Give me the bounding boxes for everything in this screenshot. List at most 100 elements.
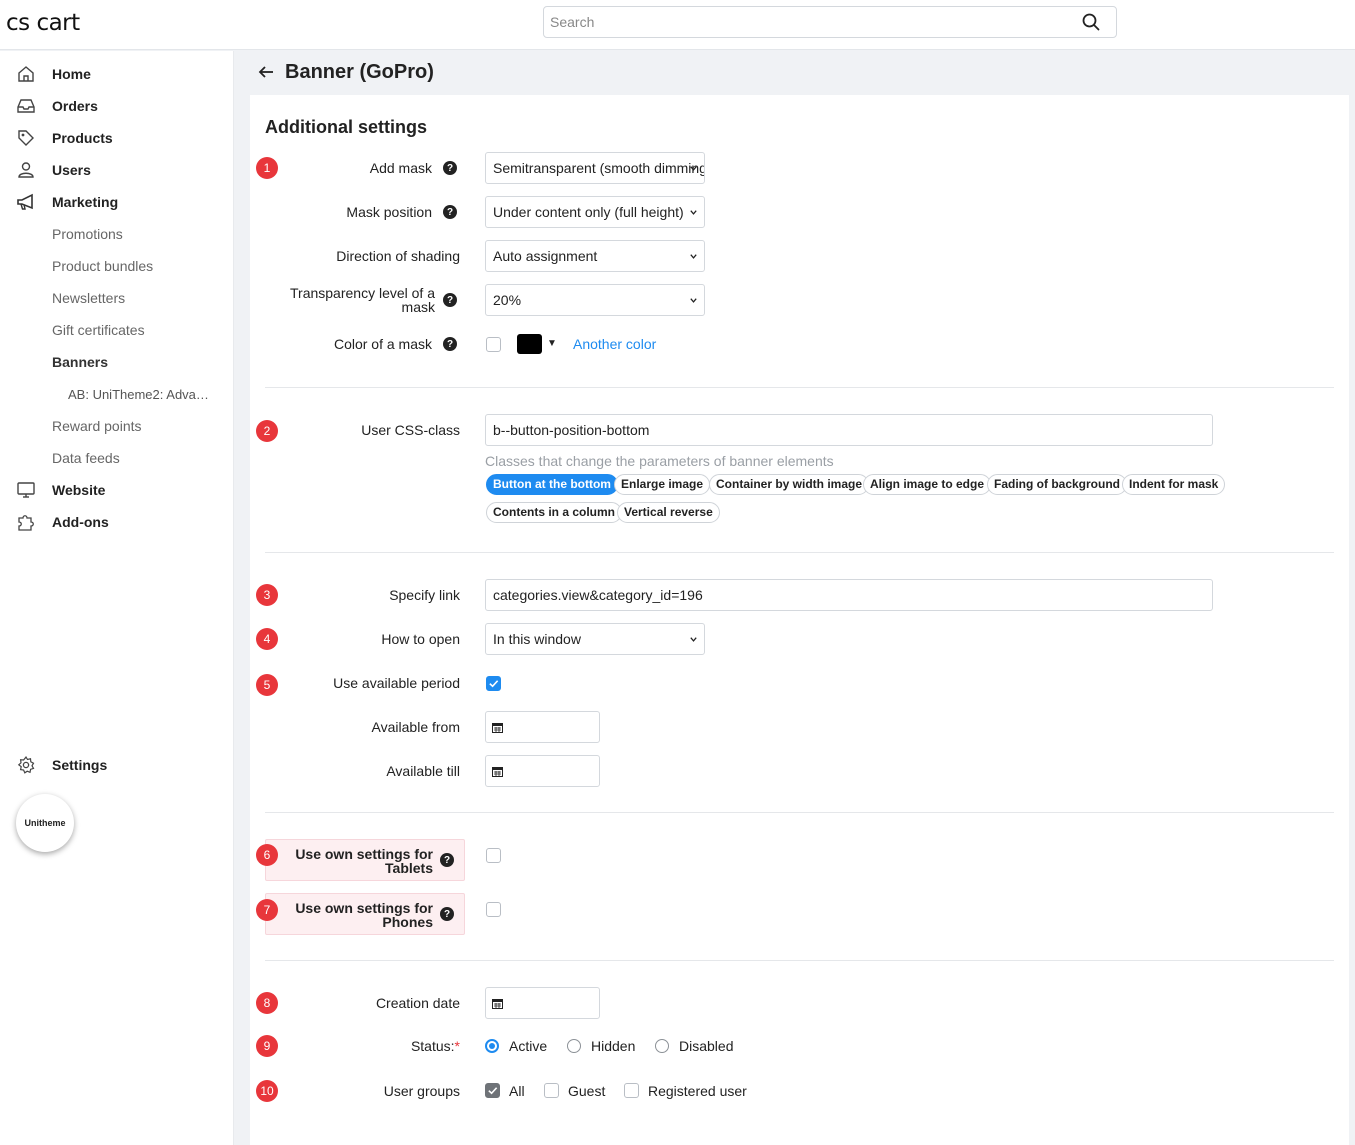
how-to-open-select[interactable]: In this window: [485, 623, 705, 655]
sidebar-item-banners[interactable]: Banners: [0, 349, 234, 375]
user-group-guest-checkbox[interactable]: [544, 1083, 559, 1098]
monitor-icon: [17, 482, 35, 498]
creation-date-label: Creation date: [375, 995, 460, 1011]
available-period-checkbox[interactable]: [486, 676, 501, 691]
help-icon[interactable]: ?: [440, 907, 454, 921]
available-till-input[interactable]: [485, 755, 600, 787]
select-value: Semitransparent (smooth dimming): [493, 160, 705, 176]
sidebar-item-orders[interactable]: Orders: [0, 93, 234, 119]
label-line: Tablets: [385, 860, 433, 876]
select-value: Auto assignment: [493, 248, 598, 264]
sidebar-item-label: Users: [52, 162, 91, 178]
chip-container-by-width[interactable]: Container by width image: [709, 474, 870, 495]
search-box[interactable]: [543, 6, 1117, 38]
sidebar-item-label: Reward points: [52, 418, 142, 434]
specify-link-input[interactable]: categories.view&category_id=196: [485, 579, 1213, 611]
status-disabled-label[interactable]: Disabled: [679, 1038, 733, 1054]
calendar-icon[interactable]: [492, 998, 503, 1009]
chevron-down-icon: [690, 210, 697, 215]
chip-contents-in-column[interactable]: Contents in a column: [486, 502, 623, 523]
sidebar-item-add-ons[interactable]: Add-ons: [0, 509, 234, 535]
another-color-link[interactable]: Another color: [573, 336, 656, 352]
gear-icon: [17, 755, 35, 774]
step-marker: 10: [256, 1080, 278, 1102]
app-logo[interactable]: cs cart: [6, 10, 80, 36]
available-from-input[interactable]: [485, 711, 600, 743]
sidebar-item-label: Data feeds: [52, 450, 120, 466]
chip-fading-of-background[interactable]: Fading of background: [987, 474, 1127, 495]
add-mask-select[interactable]: Semitransparent (smooth dimming): [485, 152, 705, 184]
help-icon[interactable]: ?: [440, 853, 454, 867]
tablets-checkbox[interactable]: [486, 848, 501, 863]
status-label: Status:*: [411, 1039, 460, 1053]
creation-date-input[interactable]: [485, 987, 600, 1019]
status-active-radio[interactable]: [485, 1039, 499, 1053]
user-group-guest-label[interactable]: Guest: [568, 1083, 605, 1099]
help-icon[interactable]: ?: [443, 337, 457, 351]
help-icon[interactable]: ?: [443, 293, 457, 307]
specify-link-label: Specify link: [389, 587, 460, 603]
sidebar-item-reward-points[interactable]: Reward points: [0, 413, 234, 439]
mask-color-checkbox[interactable]: [486, 337, 501, 352]
sidebar-item-users[interactable]: Users: [0, 157, 234, 183]
user-group-all-checkbox[interactable]: [485, 1083, 500, 1098]
calendar-icon[interactable]: [492, 722, 503, 733]
step-marker: 4: [256, 628, 278, 650]
sidebar-item-newsletters[interactable]: Newsletters: [0, 285, 234, 311]
user-group-registered-checkbox[interactable]: [624, 1083, 639, 1098]
search-input[interactable]: [544, 7, 1044, 37]
user-groups-label: User groups: [383, 1083, 460, 1099]
user-group-registered-label[interactable]: Registered user: [648, 1083, 747, 1099]
sidebar-item-gift-certificates[interactable]: Gift certificates: [0, 317, 234, 343]
status-active-label[interactable]: Active: [509, 1038, 547, 1054]
sidebar-item-marketing[interactable]: Marketing: [0, 189, 234, 215]
sidebar-item-promotions[interactable]: Promotions: [0, 221, 234, 247]
css-class-input[interactable]: b--button-position-bottom: [485, 414, 1213, 446]
sidebar-item-website[interactable]: Website: [0, 477, 234, 503]
transparency-label: Transparency level of a mask: [290, 286, 435, 314]
status-hidden-radio[interactable]: [567, 1039, 581, 1053]
chip-button-at-bottom[interactable]: Button at the bottom: [486, 474, 618, 495]
sidebar-item-label: AB: UniTheme2: Advanced Banners: [68, 386, 213, 402]
add-mask-label: Add mask: [369, 160, 432, 176]
color-swatch[interactable]: [517, 334, 542, 354]
status-hidden-label[interactable]: Hidden: [591, 1038, 635, 1054]
sidebar-item-advanced-banners[interactable]: AB: UniTheme2: Advanced Banners: [0, 381, 234, 407]
how-to-open-label: How to open: [381, 631, 460, 647]
chip-align-image-to-edge[interactable]: Align image to edge: [863, 474, 992, 495]
back-arrow-icon[interactable]: [258, 64, 274, 80]
chip-enlarge-image[interactable]: Enlarge image: [614, 474, 711, 495]
select-value: Under content only (full height): [493, 204, 684, 220]
sidebar-item-label: Products: [52, 130, 113, 146]
sidebar-item-settings[interactable]: Settings: [0, 752, 234, 778]
sidebar-item-label: Orders: [52, 98, 98, 114]
search-icon[interactable]: [1082, 13, 1100, 31]
step-marker: 2: [256, 420, 278, 442]
sidebar-item-data-feeds[interactable]: Data feeds: [0, 445, 234, 471]
caret-down-icon[interactable]: ▼: [547, 338, 557, 349]
sidebar-item-label: Website: [52, 482, 106, 498]
status-disabled-radio[interactable]: [655, 1039, 669, 1053]
phones-checkbox[interactable]: [486, 902, 501, 917]
direction-select[interactable]: Auto assignment: [485, 240, 705, 272]
sidebar-item-products[interactable]: Products: [0, 125, 234, 151]
css-class-hint: Classes that change the parameters of ba…: [485, 453, 834, 469]
chip-indent-for-mask[interactable]: Indent for mask: [1122, 474, 1226, 495]
phones-setting-box: Use own settings for Phones ?: [265, 893, 465, 935]
select-value: 20%: [493, 292, 522, 308]
status-label-text: Status:: [410, 1038, 455, 1054]
badge-text: Unitheme: [24, 818, 66, 828]
help-icon[interactable]: ?: [443, 205, 457, 219]
sidebar-item-label: Marketing: [52, 194, 119, 210]
user-group-all-label[interactable]: All: [509, 1083, 525, 1099]
sidebar-item-home[interactable]: Home: [0, 61, 234, 87]
help-icon[interactable]: ?: [443, 161, 457, 175]
sidebar-item-product-bundles[interactable]: Product bundles: [0, 253, 234, 279]
sidebar-item-label: Product bundles: [52, 258, 154, 274]
chip-vertical-reverse[interactable]: Vertical reverse: [617, 502, 720, 523]
unitheme-badge[interactable]: Unitheme: [16, 794, 74, 852]
calendar-icon[interactable]: [492, 766, 503, 777]
mask-position-select[interactable]: Under content only (full height): [485, 196, 705, 228]
transparency-select[interactable]: 20%: [485, 284, 705, 316]
megaphone-icon: [17, 193, 33, 210]
